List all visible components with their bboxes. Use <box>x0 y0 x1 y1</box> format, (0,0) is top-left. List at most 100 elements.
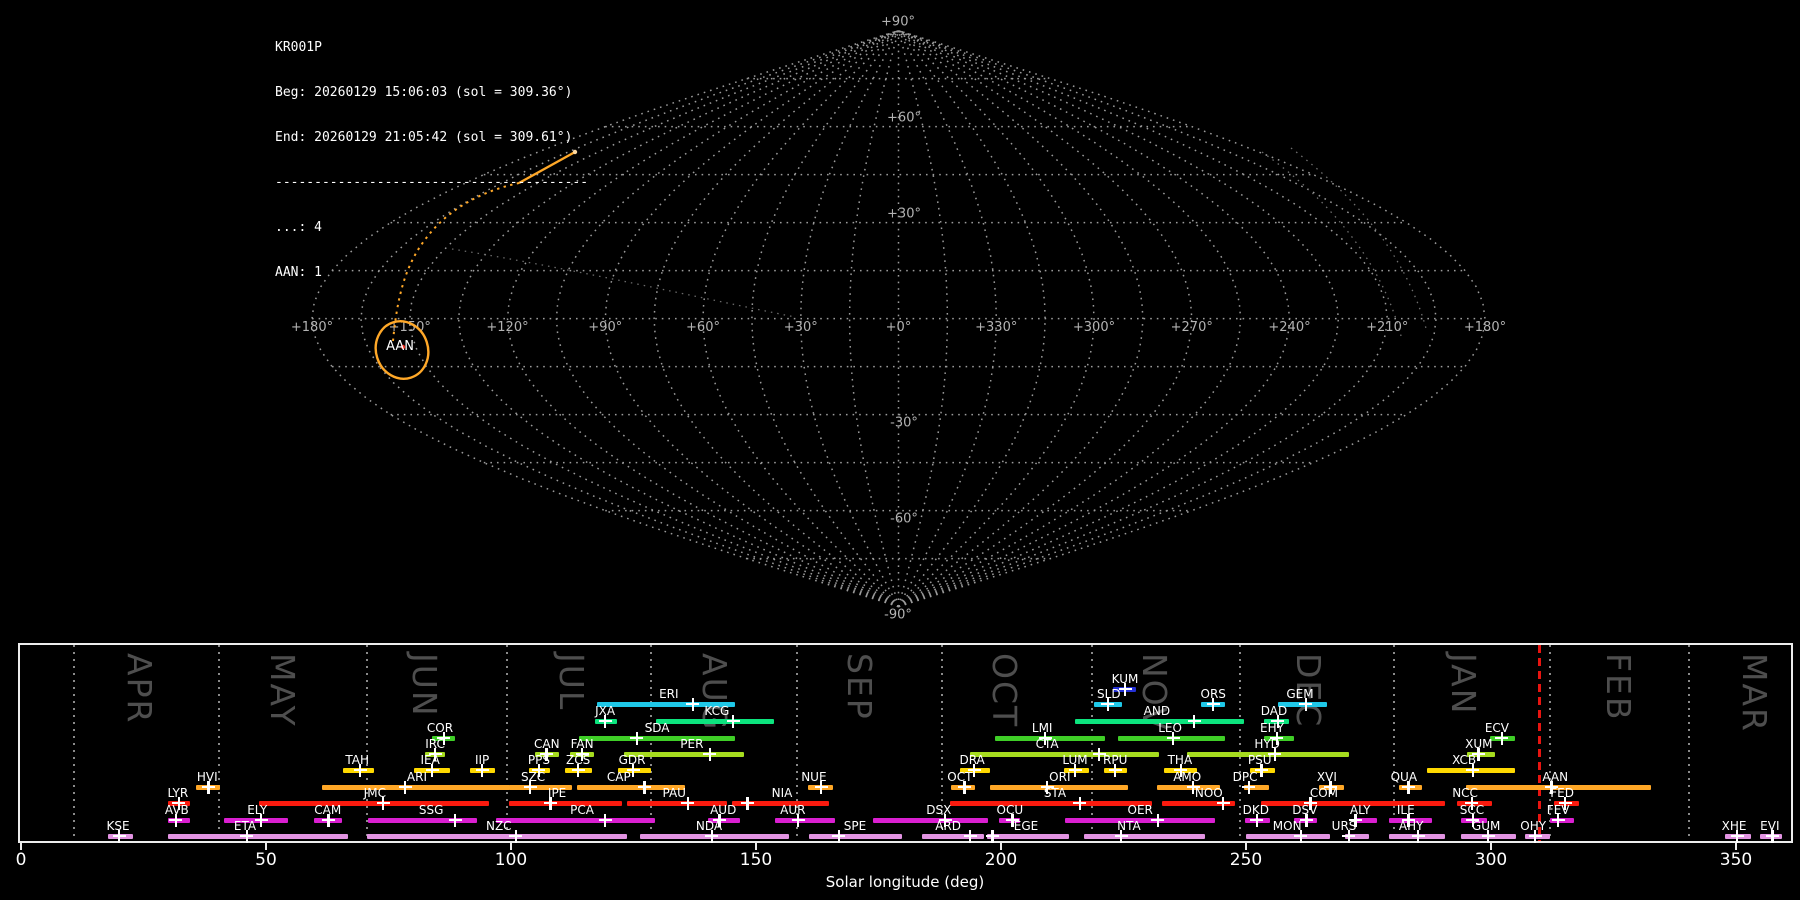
shower-label-STA: STA <box>1043 786 1067 800</box>
shower-label-FEV: FEV <box>1546 803 1570 817</box>
shower-label-OHY: OHY <box>1520 819 1547 833</box>
x-axis-tick <box>755 843 757 850</box>
grid-meridian <box>898 30 1144 608</box>
shower-label-ERI: ERI <box>659 687 679 701</box>
month-label-jan: JAN <box>1444 653 1484 716</box>
shower-label-GDR: GDR <box>618 753 646 767</box>
lon-tick-label: +180° <box>1464 320 1506 335</box>
lon-tick-label: +90° <box>588 320 622 335</box>
shower-label-NDA: NDA <box>695 819 723 833</box>
shower-label-OCT: OCT <box>947 770 973 784</box>
shower-label-EHY: EHY <box>1260 721 1284 735</box>
lat-tick-label: -30° <box>890 416 918 431</box>
shower-label-JXA: JXA <box>595 704 616 718</box>
shower-label-AHY: AHY <box>1398 819 1424 833</box>
x-axis-tick-label: 100 <box>494 850 528 870</box>
shower-label-OER: OER <box>1127 803 1153 817</box>
shower-label-ARI: ARI <box>406 770 427 784</box>
lon-tick-label: +60° <box>686 320 720 335</box>
lon-tick-label: +30° <box>784 320 818 335</box>
shower-label-ORI: ORI <box>1049 770 1071 784</box>
shower-label-XVI: XVI <box>1316 770 1337 784</box>
shower-label-SCC: SCC <box>1459 803 1485 817</box>
begin-time-line: Beg: 20260129 15:06:03 (sol = 309.36°) <box>275 85 573 100</box>
end-time-line: End: 20260129 21:05:42 (sol = 309.61°) <box>275 130 573 145</box>
shower-label-DAD: DAD <box>1260 704 1288 718</box>
month-label-apr: APR <box>120 653 160 725</box>
radiant-label-AAN: AAN <box>386 339 414 354</box>
shower-bar-EGE <box>986 833 1070 839</box>
month-boundary-line <box>1688 645 1690 841</box>
grid-meridian <box>751 30 900 608</box>
shower-label-CTA: CTA <box>1035 737 1059 751</box>
month-label-jul: JUL <box>551 653 591 712</box>
lat-tick-label: +60° <box>887 111 921 126</box>
observation-info: KR001P Beg: 20260129 15:06:03 (sol = 309… <box>275 10 588 310</box>
x-axis-tick <box>1490 843 1492 850</box>
grid-meridian <box>653 30 899 608</box>
shower-label-XUM: XUM <box>1465 737 1493 751</box>
shower-label-PER: PER <box>680 737 704 751</box>
lon-tick-label: +210° <box>1366 320 1408 335</box>
grid-meridian <box>800 30 900 607</box>
shower-label-RPU: RPU <box>1103 753 1128 767</box>
lat-tick-label: -60° <box>890 512 918 527</box>
shower-label-PCA: PCA <box>570 803 594 817</box>
x-axis-tick <box>265 843 267 850</box>
shower-bar-ETA <box>168 833 348 839</box>
shower-label-PSU: PSU <box>1247 753 1272 767</box>
x-axis-tick <box>510 843 512 850</box>
shower-label-EVI: EVI <box>1760 819 1780 833</box>
radiant-sky-map: +180° +150° +120° +90° +60° +30° +0° +330° +300°… <box>291 15 1506 623</box>
lon-tick-label: +240° <box>1268 320 1310 335</box>
shower-label-AAN: AAN <box>1542 770 1569 784</box>
meteor-radiant-activity-screen: +180° +150° +120° +90° +60° +30° +0° +330° +300°… <box>0 0 1800 900</box>
shower-label-ELY: ELY <box>247 803 268 817</box>
shower-label-NCC: NCC <box>1452 786 1478 800</box>
x-axis-title: Solar longitude (deg) <box>825 873 985 891</box>
month-label-feb: FEB <box>1598 653 1638 722</box>
x-axis-tick-label: 200 <box>984 850 1018 870</box>
shower-label-AMO: AMO <box>1173 770 1202 784</box>
shower-label-COM: COM <box>1309 786 1339 800</box>
shower-label-ILE: ILE <box>1396 803 1415 817</box>
shower-label-AND: AND <box>1143 704 1171 718</box>
month-boundary-line <box>218 645 220 841</box>
lon-tick-label: +330° <box>975 320 1017 335</box>
shower-label-NUE: NUE <box>801 770 827 784</box>
x-axis-tick <box>1735 843 1737 850</box>
x-axis-tick-label: 50 <box>255 850 277 870</box>
shower-label-AVB: AVB <box>164 803 189 817</box>
shower-label-SZC: SZC <box>520 770 546 784</box>
shower-label-LMI: LMI <box>1031 721 1053 735</box>
month-label-sep: SEP <box>839 653 879 721</box>
shower-label-HVI: HVI <box>196 770 218 784</box>
shower-label-COR: COR <box>426 721 454 735</box>
shower-label-KUM: KUM <box>1111 672 1139 686</box>
separator-line: ---------------------------------------- <box>275 175 589 190</box>
month-boundary-line <box>365 645 368 841</box>
shower-label-TAH: TAH <box>345 753 369 767</box>
month-label-oct: OCT <box>984 653 1024 729</box>
shower-label-XCB: XCB <box>1452 753 1477 767</box>
galactic-plane-line <box>1261 151 1402 337</box>
shower-label-PAU: PAU <box>662 786 686 800</box>
x-axis-tick-label: 300 <box>1474 850 1508 870</box>
shower-label-LEO: LEO <box>1158 721 1182 735</box>
shower-label-FAN: FAN <box>570 737 594 751</box>
shower-label-ARD: ARD <box>935 819 961 833</box>
month-label-jun: JUN <box>404 653 444 718</box>
shower-bar-NTA <box>1083 833 1205 839</box>
x-axis-tick <box>1245 843 1247 850</box>
lat-tick-label: +30° <box>887 207 921 222</box>
shower-bar-SPE <box>808 833 903 839</box>
shower-label-JMC: JMC <box>363 786 386 800</box>
lon-tick-label: +0° <box>886 320 912 335</box>
shower-label-KCG: KCG <box>704 704 730 718</box>
station-id: KR001P <box>275 40 322 55</box>
shower-label-AUR: AUR <box>780 803 806 817</box>
shower-label-MON: MON <box>1272 819 1302 833</box>
shower-count: AAN: 1 <box>275 265 322 280</box>
month-boundary-line <box>506 645 509 841</box>
shower-label-GEM: GEM <box>1286 687 1314 701</box>
